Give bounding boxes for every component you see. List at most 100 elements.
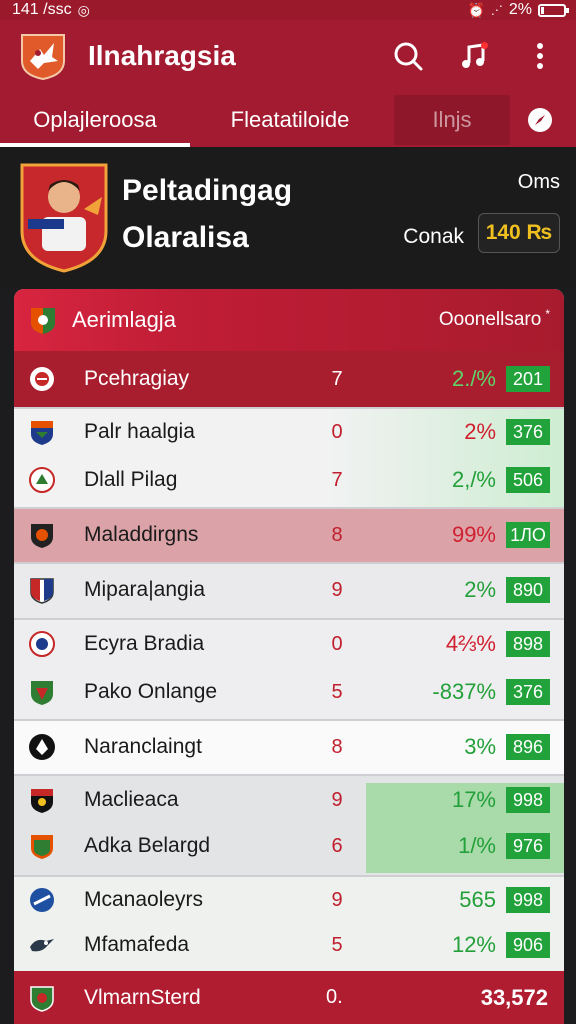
row-score: 906: [506, 932, 550, 958]
standings-card: Aerimlagja Ooonellsaro * Pcehragiay 7 2.…: [14, 289, 564, 1024]
table-row[interactable]: Mipara|angia 9 2% 890: [14, 562, 564, 618]
row-score: 201: [506, 366, 550, 392]
search-button[interactable]: [388, 36, 428, 76]
coins-label: Conak: [403, 225, 464, 248]
row-num: 7: [331, 367, 343, 390]
club-badge-icon: [30, 578, 54, 604]
club-badge-icon: [30, 939, 54, 952]
profile-header: Peltadingag Olaralisa Oms Conak 140 ₨: [0, 147, 576, 287]
table-row[interactable]: Mcanaoleyrs 9 565 998: [14, 876, 564, 924]
row-num: 5: [331, 933, 343, 956]
row-score: 896: [506, 734, 550, 760]
row-name: Mcanaoleyrs: [84, 888, 204, 911]
row-pct: 2%: [464, 419, 496, 444]
sync-icon: ◎: [77, 1, 90, 18]
club-logo-icon[interactable]: [18, 31, 68, 81]
club-badge-icon: [30, 985, 54, 1012]
table-row[interactable]: Palr haalgia 0 2% 376: [14, 407, 564, 457]
battery-icon: [538, 3, 569, 17]
footer-num: 0.: [326, 986, 343, 1008]
footer-total: 33,572: [480, 984, 548, 1010]
more-menu-button[interactable]: [520, 36, 560, 76]
notifications-button[interactable]: [454, 36, 494, 76]
search-icon: [394, 42, 423, 71]
row-pct: 17%: [451, 787, 496, 812]
standings-header: Aerimlagja Ooonellsaro *: [14, 289, 564, 351]
app-bar: Ilnahragsia: [0, 20, 576, 92]
tab-info[interactable]: Ilnjs: [394, 94, 510, 145]
row-pct: 12%: [451, 932, 496, 957]
table-row[interactable]: Pcehragiay 7 2./% 201: [14, 351, 564, 407]
row-score: 898: [506, 631, 550, 657]
standings-star: *: [545, 307, 550, 321]
player-name-line1: Peltadingag: [122, 174, 293, 207]
row-pct: -837%: [432, 679, 496, 704]
row-num: 5: [331, 680, 343, 703]
row-score: 376: [506, 679, 550, 705]
row-pct: 99%: [451, 522, 496, 547]
club-badge-icon: [29, 467, 55, 493]
table-row[interactable]: Ecyra Bradia 0 4⅔% 898: [14, 619, 564, 669]
player-avatar-icon[interactable]: [18, 161, 110, 273]
table-row[interactable]: Maladdirgns 8 99% 1ЛО: [14, 508, 564, 562]
club-badge-icon: [31, 524, 53, 548]
row-name: Ecyra Bradia: [84, 632, 205, 655]
row-name: Palr haalgia: [84, 420, 195, 443]
row-score: 890: [506, 577, 550, 603]
compass-icon: [528, 107, 552, 132]
row-pct: 2,/%: [451, 467, 496, 492]
table-row[interactable]: Mfamafeda 5 12% 906: [14, 921, 564, 969]
row-name: Pcehragiay: [84, 367, 190, 390]
row-score: 998: [506, 787, 550, 813]
more-vert-icon: [537, 43, 543, 69]
status-bar: 141 /ssc ◎ ⏰ ⋰ 2%: [0, 0, 576, 20]
footer-name: VlmarnSterd: [84, 985, 201, 1009]
club-badge-icon: [29, 734, 55, 760]
table-row[interactable]: Dlall Pilag 7 2,/% 506: [14, 455, 564, 505]
alarm-icon: ⏰: [467, 1, 485, 18]
table-row[interactable]: Pako Onlange 5 -837% 376: [14, 667, 564, 717]
row-pct: 4⅔%: [445, 631, 496, 656]
row-name: Pako Onlange: [84, 680, 218, 703]
row-num: 8: [331, 735, 343, 758]
notification-dot: [481, 42, 488, 49]
row-num: 9: [331, 888, 343, 911]
club-badge-icon: [30, 888, 54, 912]
row-name: Adka Belargd: [84, 834, 211, 857]
row-pct: 2%: [464, 577, 496, 602]
coin-balance[interactable]: 140 ₨: [478, 213, 560, 253]
row-num: 6: [331, 834, 343, 857]
tab-bar: Oplajleroosa Fleatatiloide Ilnjs: [0, 92, 576, 147]
row-score: 1ЛО: [506, 522, 550, 548]
row-num: 7: [331, 468, 343, 491]
club-badge-icon: [31, 421, 53, 445]
hero-label-top: Oms: [517, 171, 560, 193]
club-badge-icon: [30, 367, 54, 391]
table-row[interactable]: Naranclaingt 8 3% 896: [14, 720, 564, 774]
standings-title: Aerimlagja: [72, 307, 176, 332]
row-name: Dlall Pilag: [84, 468, 178, 491]
row-name: Mipara|angia: [84, 578, 206, 601]
row-num: 9: [331, 788, 343, 811]
club-badge-icon: [29, 631, 55, 657]
row-pct: 3%: [464, 734, 496, 759]
tab-features[interactable]: Fleatatiloide: [190, 92, 390, 147]
standings-footer[interactable]: VlmarnSterd 0. 33,572: [14, 971, 564, 1024]
row-score: 376: [506, 419, 550, 445]
row-num: 9: [331, 578, 343, 601]
row-score: 976: [506, 833, 550, 859]
row-num: 0: [331, 632, 343, 655]
table-row[interactable]: Maclieaca 9 17% 998: [14, 775, 564, 825]
tab-compass[interactable]: [510, 92, 570, 147]
row-name: Maladdirgns: [84, 523, 199, 546]
club-badge-icon: [31, 681, 53, 705]
row-score: 998: [506, 887, 550, 913]
tab-overview[interactable]: Oplajleroosa: [0, 92, 190, 147]
row-pct: 2./%: [451, 366, 496, 391]
row-name: Naranclaingt: [84, 735, 202, 758]
battery-percent: 2%: [508, 1, 532, 18]
table-row[interactable]: Adka Belargd 6 1/% 976: [14, 821, 564, 871]
player-name-line2: Olaralisa: [122, 221, 249, 254]
row-score: 506: [506, 467, 550, 493]
standings-sort-label[interactable]: Ooonellsaro: [439, 309, 541, 331]
